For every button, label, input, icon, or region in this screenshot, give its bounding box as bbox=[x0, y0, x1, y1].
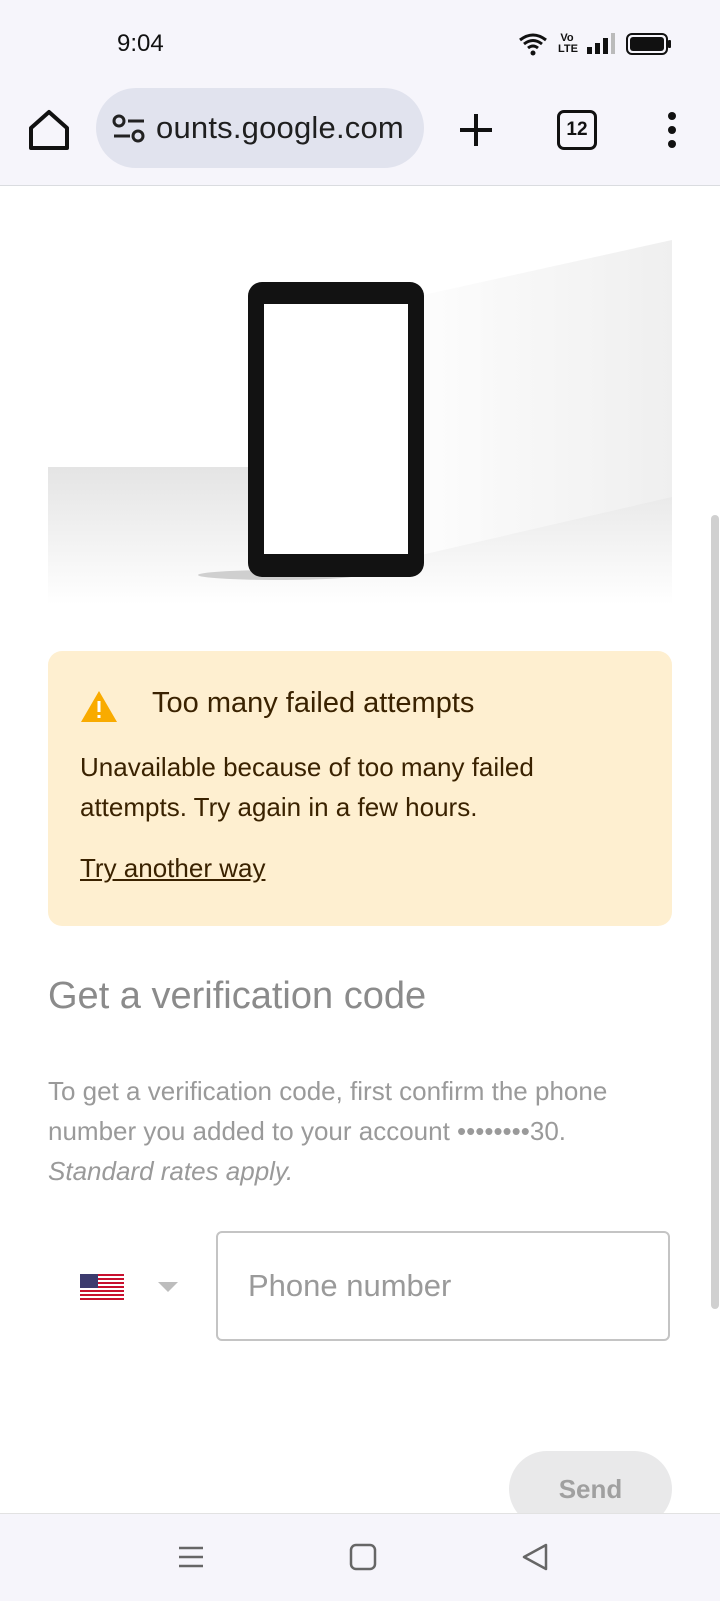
status-time: 9:04 bbox=[117, 30, 164, 57]
address-bar[interactable]: ounts.google.com bbox=[96, 88, 424, 168]
try-another-way-link[interactable]: Try another way bbox=[80, 853, 265, 884]
rates-note: Standard rates apply. bbox=[48, 1156, 294, 1186]
tab-switcher-icon[interactable]: 12 bbox=[557, 110, 597, 150]
system-nav-bar bbox=[0, 1513, 720, 1601]
phone-number-input[interactable] bbox=[216, 1231, 670, 1341]
page-title: Get a verification code bbox=[48, 975, 427, 1017]
signal-icon bbox=[587, 33, 615, 54]
home-nav-icon[interactable] bbox=[348, 1542, 378, 1572]
recents-icon[interactable] bbox=[176, 1542, 206, 1572]
site-settings-icon[interactable] bbox=[112, 114, 146, 144]
failed-attempts-alert: Too many failed attempts Unavailable bec… bbox=[48, 651, 672, 926]
more-vert-icon[interactable] bbox=[662, 110, 682, 150]
country-selector[interactable] bbox=[78, 1270, 188, 1306]
browser-toolbar: ounts.google.com 12 bbox=[0, 88, 720, 186]
us-flag-icon bbox=[80, 1274, 124, 1300]
description-text: To get a verification code, first confir… bbox=[48, 1076, 608, 1146]
status-bar: 9:04 Vo LTE bbox=[0, 0, 720, 88]
volte-icon: Vo LTE bbox=[558, 32, 578, 55]
scrollbar[interactable] bbox=[711, 515, 719, 1309]
home-icon[interactable] bbox=[26, 106, 72, 152]
alert-title: Too many failed attempts bbox=[152, 687, 475, 719]
verification-description: To get a verification code, first confir… bbox=[48, 1071, 648, 1191]
plus-icon[interactable] bbox=[456, 110, 496, 150]
chevron-down-icon[interactable] bbox=[158, 1282, 178, 1292]
back-icon[interactable] bbox=[520, 1542, 550, 1572]
alert-body: Unavailable because of too many failed a… bbox=[80, 752, 534, 822]
url-text[interactable]: ounts.google.com bbox=[156, 110, 404, 146]
wifi-icon bbox=[519, 33, 547, 56]
battery-icon bbox=[626, 33, 671, 55]
phone-illustration bbox=[48, 240, 672, 605]
warning-icon bbox=[81, 691, 117, 722]
status-icons: Vo LTE bbox=[518, 32, 672, 56]
